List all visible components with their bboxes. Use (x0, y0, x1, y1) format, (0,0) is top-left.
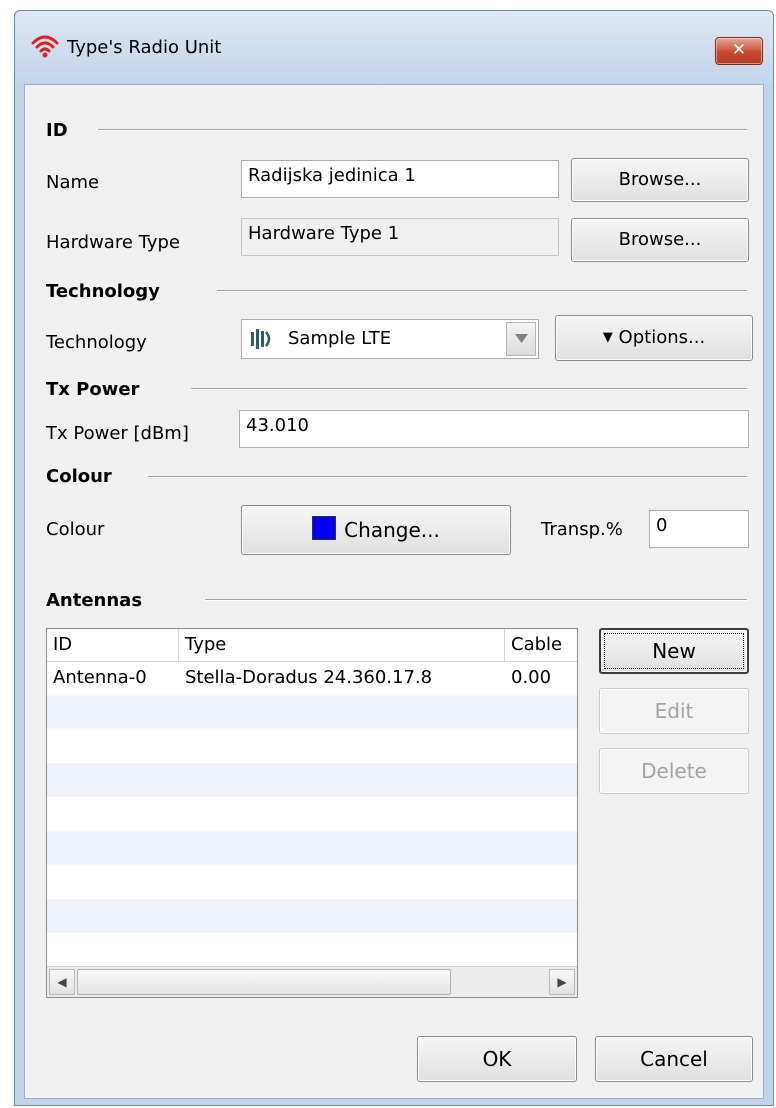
dialog-window: Type's Radio Unit ✕ ID Name Radijska jed… (14, 10, 774, 1106)
section-title-id: ID (46, 120, 68, 141)
empty-row (47, 729, 577, 763)
column-header-cable[interactable]: Cable (505, 629, 577, 661)
hardware-type-field: Hardware Type 1 (241, 218, 559, 256)
table-header: ID Type Cable (47, 629, 577, 662)
empty-row (47, 933, 577, 967)
hardware-type-label: Hardware Type (46, 232, 180, 253)
separator-antennas (205, 599, 747, 601)
technology-options-button[interactable]: ▼ Options... (555, 315, 753, 361)
table-body: Antenna-0 Stella-Doradus 24.360.17.8 0.0… (47, 661, 577, 997)
technology-label: Technology (46, 332, 147, 353)
title-bar[interactable]: Type's Radio Unit ✕ (15, 11, 773, 83)
name-label: Name (46, 172, 100, 193)
technology-select[interactable]: Sample LTE (241, 319, 539, 359)
new-antenna-button[interactable]: New (599, 628, 749, 674)
scroll-right-button[interactable]: ▶ (549, 969, 575, 995)
transparency-label: Transp.% (541, 519, 623, 540)
empty-row (47, 695, 577, 729)
wifi-icon (31, 35, 59, 58)
options-button-label: Options... (618, 327, 706, 348)
cancel-button[interactable]: Cancel (595, 1036, 753, 1082)
edit-antenna-button[interactable]: Edit (599, 688, 749, 734)
section-title-technology: Technology (46, 281, 160, 302)
name-browse-button[interactable]: Browse... (571, 158, 749, 202)
tx-power-input[interactable]: 43.010 (239, 410, 749, 448)
ok-button[interactable]: OK (417, 1036, 577, 1082)
triangle-down-icon: ▼ (602, 330, 613, 345)
tx-power-label: Tx Power [dBm] (46, 423, 189, 444)
scrollbar-thumb[interactable] (77, 969, 451, 995)
focus-ring (604, 633, 744, 669)
scroll-left-button[interactable]: ◀ (49, 969, 75, 995)
cell-id: Antenna-0 (53, 667, 147, 688)
section-title-colour: Colour (46, 466, 112, 487)
column-header-id[interactable]: ID (47, 629, 179, 661)
horizontal-scrollbar[interactable]: ◀ ▶ (47, 966, 577, 997)
empty-row (47, 763, 577, 797)
technology-selected-value: Sample LTE (288, 328, 392, 349)
colour-change-button[interactable]: Change... (241, 505, 511, 555)
section-title-antennas: Antennas (46, 590, 143, 611)
separator-tx-power (191, 388, 747, 390)
lte-icon (251, 329, 271, 349)
cell-cable: 0.00 (511, 667, 552, 688)
antennas-table[interactable]: ID Type Cable Antenna-0 Stella-Doradus 2… (46, 628, 578, 998)
separator-technology (217, 290, 747, 292)
empty-row (47, 831, 577, 865)
name-input[interactable]: Radijska jedinica 1 (241, 160, 559, 198)
empty-row (47, 865, 577, 899)
empty-row (47, 797, 577, 831)
separator-colour (148, 476, 747, 478)
dialog-body: ID Name Radijska jedinica 1 Browse... Ha… (24, 84, 764, 1099)
transparency-input[interactable]: 0 (649, 510, 749, 548)
window-title: Type's Radio Unit (67, 37, 222, 58)
chevron-down-icon (515, 334, 528, 343)
colour-label: Colour (46, 519, 105, 540)
close-button[interactable]: ✕ (715, 37, 763, 65)
delete-antenna-button[interactable]: Delete (599, 748, 749, 794)
empty-row (47, 899, 577, 933)
colour-swatch (312, 516, 337, 540)
column-header-type[interactable]: Type (179, 629, 505, 661)
table-row[interactable]: Antenna-0 Stella-Doradus 24.360.17.8 0.0… (47, 661, 577, 695)
section-title-tx-power: Tx Power (46, 379, 140, 400)
hardware-type-browse-button[interactable]: Browse... (571, 218, 749, 262)
change-button-label: Change... (344, 518, 440, 542)
dropdown-arrow-button[interactable] (506, 322, 536, 356)
cell-type: Stella-Doradus 24.360.17.8 (185, 667, 433, 688)
separator-id (98, 129, 747, 131)
